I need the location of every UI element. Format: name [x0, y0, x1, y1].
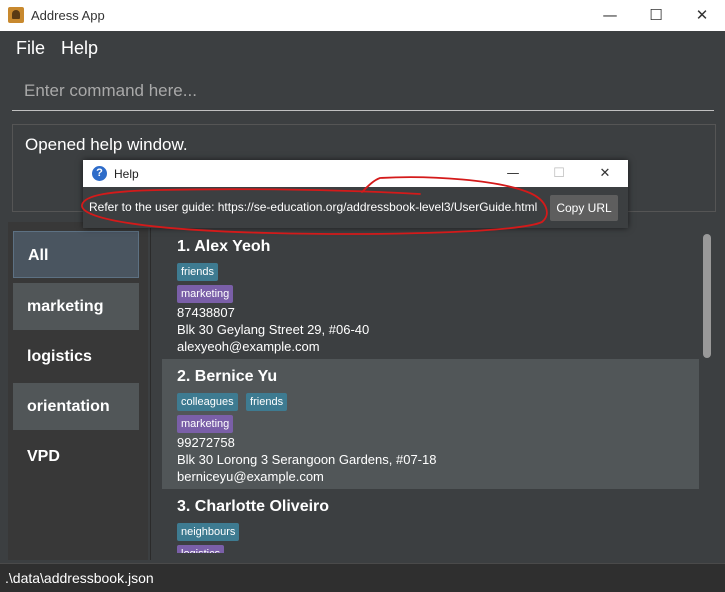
help-title-bar: ? Help — ☐ ✕: [83, 160, 628, 187]
tag-row: neighbours: [177, 522, 243, 541]
person-email: berniceyu@example.com: [177, 469, 324, 484]
tag-item-marketing[interactable]: marketing: [13, 283, 139, 330]
tag-item-all[interactable]: All: [13, 231, 139, 278]
tag-badge: friends: [246, 393, 288, 411]
person-card[interactable]: 1. Alex Yeoh friends marketing 87438807 …: [162, 229, 699, 359]
pane-divider[interactable]: [150, 222, 151, 560]
tag-badge: friends: [177, 263, 219, 281]
person-address: Blk 30 Geylang Street 29, #06-40: [177, 322, 370, 337]
person-address: Blk 30 Lorong 3 Serangoon Gardens, #07-1…: [177, 452, 437, 467]
help-minimize-button[interactable]: —: [490, 160, 536, 187]
help-maximize-button: ☐: [553, 166, 565, 181]
tag-badge: marketing: [177, 285, 234, 303]
tag-item-logistics[interactable]: logistics: [13, 333, 139, 380]
command-input[interactable]: [12, 74, 725, 108]
help-message: Refer to the user guide: https://se-educ…: [89, 200, 538, 214]
person-name: 3. Charlotte Oliveiro: [177, 498, 330, 515]
tag-row: colleagues friends: [177, 392, 291, 411]
scrollbar-thumb[interactable]: [703, 234, 711, 358]
close-button[interactable]: ✕: [679, 0, 725, 31]
person-phone: 99272758: [177, 435, 235, 450]
person-name: 2. Bernice Yu: [177, 368, 278, 385]
tag-badge: colleagues: [177, 393, 238, 411]
tag-badge: neighbours: [177, 523, 240, 541]
person-name: 1. Alex Yeoh: [177, 238, 271, 255]
status-bar: .\data\addressbook.json: [0, 563, 725, 592]
tag-badge: marketing: [177, 415, 234, 433]
help-window: ? Help — ☐ ✕ Refer to the user guide: ht…: [83, 160, 628, 228]
person-phone: 87438807: [177, 305, 235, 320]
title-bar: Address App — ☐ ✕: [0, 0, 725, 32]
tag-row: marketing: [177, 284, 237, 303]
copy-url-button[interactable]: Copy URL: [550, 195, 618, 221]
person-list[interactable]: 1. Alex Yeoh friends marketing 87438807 …: [162, 229, 700, 553]
menu-bar: [0, 31, 725, 65]
help-close-button[interactable]: ✕: [582, 160, 628, 187]
minimize-button[interactable]: —: [587, 0, 633, 31]
tag-row: marketing: [177, 414, 237, 433]
menu-file[interactable]: File: [16, 38, 45, 59]
tag-item-orientation[interactable]: orientation: [13, 383, 139, 430]
result-text: Opened help window.: [25, 135, 188, 154]
window-title: Address App: [31, 8, 105, 23]
person-email: alexyeoh@example.com: [177, 339, 320, 354]
tag-row: logistics: [177, 544, 228, 553]
person-card[interactable]: 2. Bernice Yu colleagues friends marketi…: [162, 359, 699, 489]
maximize-button[interactable]: ☐: [633, 0, 679, 31]
tag-badge: logistics: [177, 545, 225, 553]
help-question-icon: ?: [92, 166, 107, 181]
command-box: [12, 74, 725, 111]
help-window-title: Help: [114, 167, 139, 181]
menu-help[interactable]: Help: [61, 38, 98, 59]
tag-item-vpd[interactable]: VPD: [13, 433, 139, 480]
save-location: .\data\addressbook.json: [5, 570, 154, 586]
person-card[interactable]: 3. Charlotte Oliveiro neighbours logisti…: [162, 489, 699, 553]
app-icon: [8, 7, 24, 23]
tag-row: friends: [177, 262, 222, 281]
